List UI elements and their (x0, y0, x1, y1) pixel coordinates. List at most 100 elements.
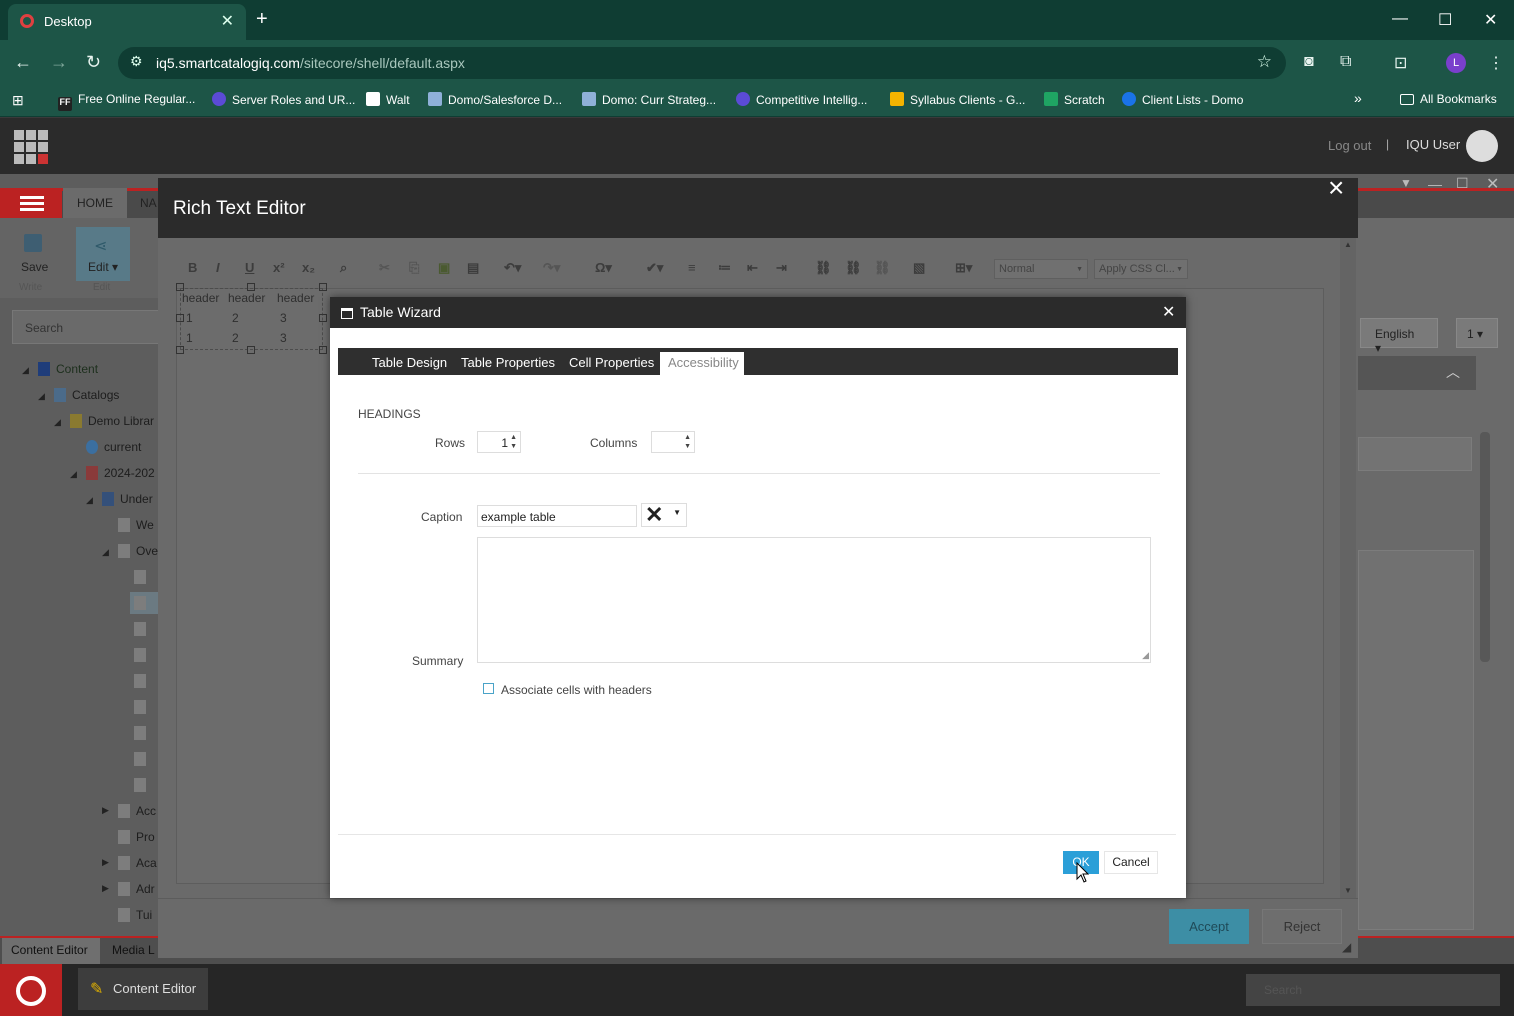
chevron-up-icon[interactable]: ︿ (1446, 362, 1460, 382)
tree-item[interactable]: Ove (118, 544, 158, 558)
close-window-icon[interactable]: ✕ (1484, 10, 1497, 30)
tree-collapse-icon[interactable]: ◢ (102, 547, 109, 558)
reload-icon[interactable]: ↻ (86, 52, 101, 73)
tab-search-icon[interactable]: ⊡ (1394, 53, 1407, 73)
tree-item[interactable]: Content (38, 362, 98, 376)
tab-cell-properties[interactable]: Cell Properties (569, 355, 654, 370)
maximize-icon[interactable]: ☐ (1456, 175, 1469, 192)
tree-collapse-icon[interactable]: ◢ (86, 495, 93, 506)
rte-close-icon[interactable]: × (1328, 172, 1344, 204)
launchpad-grid-icon[interactable] (14, 130, 48, 164)
tab-content-editor[interactable]: Content Editor (2, 938, 100, 964)
bookmark-item[interactable]: Server Roles and UR... (212, 92, 355, 107)
numbered-list-icon[interactable]: ≡ (688, 260, 696, 275)
bookmark-item[interactable]: Domo: Curr Strateg... (582, 92, 716, 107)
insert-table-icon[interactable]: ⊞▾ (955, 260, 972, 276)
tree-item[interactable] (134, 752, 152, 766)
tab-home[interactable]: HOME (63, 188, 127, 218)
tree-item[interactable]: Adr (118, 882, 155, 896)
table-cell[interactable]: 2 (232, 331, 239, 345)
close-icon[interactable]: ✕ (1486, 174, 1499, 194)
paste-icon[interactable]: ▣ (438, 260, 450, 276)
logout-link[interactable]: Log out (1328, 138, 1371, 153)
sitecore-start-button[interactable] (0, 964, 62, 1016)
resize-handle[interactable] (319, 283, 327, 291)
chevron-down-icon[interactable]: ▼ (1400, 176, 1412, 190)
bookmark-item[interactable]: Syllabus Clients - G... (890, 92, 1025, 107)
paste-plain-icon[interactable]: ▤ (467, 260, 479, 276)
tree-item[interactable]: current (86, 440, 141, 454)
tree-item[interactable] (134, 622, 152, 636)
textarea-resize-icon[interactable]: ◢ (1142, 650, 1149, 661)
resize-handle[interactable] (247, 283, 255, 291)
find-icon[interactable]: ⌕ (340, 260, 347, 276)
table-cell[interactable]: 3 (280, 311, 287, 325)
outdent-icon[interactable]: ⇤ (747, 260, 758, 276)
resize-handle[interactable] (176, 314, 184, 322)
paragraph-format-select[interactable]: Normal ▼ (994, 259, 1088, 279)
tree-item[interactable] (134, 674, 152, 688)
save-icon[interactable] (24, 234, 42, 252)
tree-expand-icon[interactable]: ▶ (102, 805, 109, 816)
tree-expand-icon[interactable]: ▶ (102, 883, 109, 894)
save-button[interactable]: Save (21, 260, 48, 274)
css-class-select[interactable]: Apply CSS Cl... ▼ (1094, 259, 1188, 279)
rte-scrollbar[interactable] (1340, 238, 1356, 900)
bookmark-star-icon[interactable]: ☆ (1257, 52, 1272, 72)
underline-icon[interactable]: U (245, 260, 254, 275)
extensions-icon[interactable]: ⧉ (1340, 53, 1351, 71)
insert-media-icon[interactable]: ▧ (913, 260, 925, 276)
tab-table-design[interactable]: Table Design (372, 355, 447, 370)
field-area[interactable] (1358, 550, 1474, 930)
tree-item[interactable]: Demo Librar (70, 414, 154, 428)
table-header-cell[interactable]: header (228, 291, 265, 305)
spellcheck-icon[interactable]: ✔▾ (646, 260, 663, 276)
scrollbar-thumb[interactable] (1480, 432, 1490, 662)
associate-cells-checkbox[interactable] (483, 683, 494, 694)
tab-navigate[interactable]: NA (140, 196, 157, 210)
resize-handle[interactable] (176, 346, 184, 354)
bold-icon[interactable]: B (188, 260, 197, 275)
maximize-window-icon[interactable]: ☐ (1438, 10, 1452, 30)
tree-item[interactable]: Catalogs (54, 388, 119, 402)
forward-icon[interactable]: → (50, 52, 68, 73)
stepper-arrows-icon[interactable]: ▲ ▼ (510, 433, 517, 451)
tree-item[interactable] (134, 648, 152, 662)
caption-alignment-select[interactable]: ✕ ▼ (641, 502, 687, 527)
bookmark-item[interactable]: Scratch (1044, 92, 1105, 107)
insert-link-icon[interactable]: ⛓ (815, 260, 832, 276)
tree-item[interactable]: We (118, 518, 154, 532)
stepper-arrows-icon[interactable]: ▲ ▼ (684, 433, 691, 451)
user-avatar[interactable] (1466, 130, 1498, 162)
indent-icon[interactable]: ⇥ (776, 260, 787, 276)
table-header-cell[interactable]: header (277, 291, 314, 305)
special-character-icon[interactable]: Ω▾ (595, 260, 612, 276)
remove-link-icon[interactable]: ⛓ (874, 260, 891, 276)
bookmark-item[interactable]: FF Free Online Regular... (58, 92, 195, 111)
sitecore-link-icon[interactable]: ⛓ (845, 260, 862, 276)
table-cell[interactable]: 2 (232, 311, 239, 325)
bullet-list-icon[interactable]: ≔ (718, 260, 731, 276)
italic-icon[interactable]: I (216, 260, 220, 275)
field-input[interactable] (1358, 437, 1472, 471)
taskbar-search-input[interactable]: Search (1246, 974, 1500, 1006)
version-select[interactable]: 1 ▾ (1456, 318, 1498, 348)
back-icon[interactable]: ← (14, 52, 32, 73)
resize-handle[interactable] (319, 314, 327, 322)
profile-avatar[interactable]: L (1446, 53, 1466, 73)
redo-icon[interactable]: ↷▾ (543, 260, 560, 276)
table-wizard-close-icon[interactable]: ✕ (1162, 302, 1175, 322)
scroll-down-icon[interactable]: ▼ (1344, 886, 1352, 895)
tab-media-library[interactable]: Media L (112, 943, 155, 957)
tab-accessibility[interactable]: Accessibility (660, 352, 744, 375)
rows-stepper[interactable]: 1 ▲ ▼ (477, 431, 521, 453)
subscript-icon[interactable]: x₂ (302, 260, 315, 275)
tree-expand-icon[interactable]: ▶ (102, 857, 109, 868)
tree-collapse-icon[interactable]: ◢ (54, 417, 61, 428)
table-cell[interactable]: 1 (186, 311, 193, 325)
resize-handle[interactable] (319, 346, 327, 354)
scroll-up-icon[interactable]: ▲ (1344, 240, 1352, 249)
minimize-window-icon[interactable]: — (1392, 10, 1408, 28)
apps-grid-icon[interactable]: ⊞ (12, 92, 24, 109)
tree-item[interactable] (134, 700, 152, 714)
